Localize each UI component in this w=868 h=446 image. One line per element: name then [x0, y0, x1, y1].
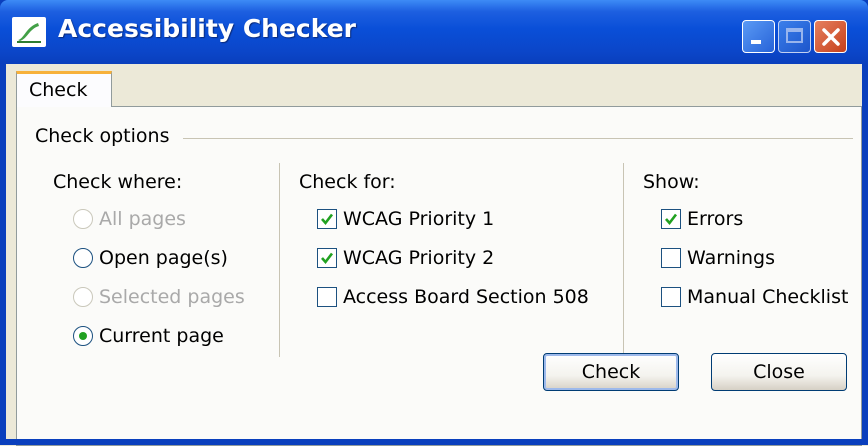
tab-panel-check: Check options Check where: All pages Ope… — [16, 106, 862, 446]
dreamweaver-app-icon — [12, 17, 46, 47]
check-for-heading: Check for: — [299, 171, 396, 193]
minimize-button[interactable] — [742, 20, 775, 53]
show-heading: Show: — [643, 171, 700, 193]
checkbox-label: WCAG Priority 1 — [343, 208, 495, 230]
close-icon — [822, 28, 840, 46]
close-button[interactable]: Close — [711, 353, 847, 391]
checkbox-access-board-508[interactable]: Access Board Section 508 — [317, 286, 589, 308]
window-title: Accessibility Checker — [58, 14, 356, 43]
checkbox[interactable] — [661, 287, 681, 307]
group-divider-line — [183, 138, 853, 139]
checkbox[interactable] — [317, 248, 337, 268]
dialog-client-area: Check Check options Check where: All pag… — [6, 64, 862, 446]
radio-label: Current page — [99, 325, 224, 347]
radio-current-page[interactable]: Current page — [73, 325, 224, 347]
tab-check-label: Check — [29, 79, 88, 101]
checkbox-label: Errors — [687, 208, 744, 230]
checkbox-label: Warnings — [687, 247, 776, 269]
checkbox-errors[interactable]: Errors — [661, 208, 743, 230]
check-mark-icon — [665, 213, 678, 226]
checkbox-manual-checklist[interactable]: Manual Checklist — [661, 286, 848, 308]
check-mark-icon — [321, 252, 334, 265]
radio-button[interactable] — [73, 209, 93, 229]
radio-open-pages[interactable]: Open page(s) — [73, 247, 228, 269]
window-bottom-border — [0, 439, 868, 445]
title-bar[interactable]: Accessibility Checker — [0, 0, 868, 64]
radio-label: All pages — [99, 208, 186, 230]
column-divider — [279, 163, 280, 357]
radio-selected-pages[interactable]: Selected pages — [73, 286, 245, 308]
radio-button[interactable] — [73, 326, 93, 346]
checkbox[interactable] — [661, 209, 681, 229]
radio-all-pages[interactable]: All pages — [73, 208, 186, 230]
checkbox-label: WCAG Priority 2 — [343, 247, 495, 269]
maximize-button[interactable] — [778, 20, 811, 53]
checkbox-label: Manual Checklist — [687, 286, 849, 308]
tab-check[interactable]: Check — [16, 71, 112, 107]
checkbox-label: Access Board Section 508 — [343, 286, 589, 308]
radio-button[interactable] — [73, 287, 93, 307]
check-mark-icon — [321, 213, 334, 226]
radio-label: Selected pages — [99, 286, 245, 308]
radio-label: Open page(s) — [99, 247, 228, 269]
checkbox-wcag-priority-2[interactable]: WCAG Priority 2 — [317, 247, 494, 269]
checkbox-wcag-priority-1[interactable]: WCAG Priority 1 — [317, 208, 494, 230]
check-options-group-label: Check options — [35, 125, 170, 147]
checkbox[interactable] — [317, 209, 337, 229]
close-window-button[interactable] — [814, 20, 847, 53]
dialog-window: Accessibility Checker Check Check option… — [0, 0, 868, 446]
column-divider — [623, 163, 624, 357]
radio-button[interactable] — [73, 248, 93, 268]
checkbox-warnings[interactable]: Warnings — [661, 247, 775, 269]
checkbox[interactable] — [661, 248, 681, 268]
check-button[interactable]: Check — [543, 353, 679, 391]
checkbox[interactable] — [317, 287, 337, 307]
check-where-heading: Check where: — [53, 171, 183, 193]
